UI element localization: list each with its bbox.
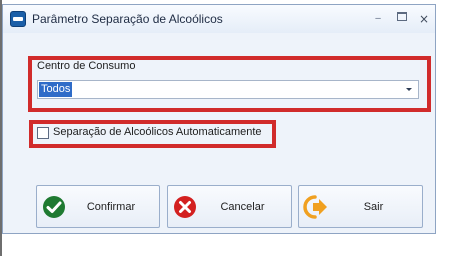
close-button[interactable]: × [412, 10, 436, 28]
maximize-icon [397, 12, 407, 21]
auto-separation-label[interactable]: Separação de Alcoólicos Automaticamente [53, 126, 262, 138]
chevron-down-icon[interactable] [403, 83, 416, 96]
check-icon [43, 196, 65, 218]
exit-label: Sair [363, 201, 384, 213]
cancel-label: Cancelar [220, 201, 265, 213]
confirm-label: Confirmar [86, 201, 136, 213]
maximize-button[interactable] [390, 10, 414, 28]
window-title: Parâmetro Separação de Alcoólicos [32, 12, 223, 26]
cancel-button[interactable]: Cancelar [167, 185, 292, 228]
confirm-button[interactable]: Confirmar [36, 185, 160, 228]
minimize-button[interactable]: ‒ [366, 10, 390, 28]
auto-separation-checkbox[interactable] [37, 127, 49, 139]
desktop-strip [0, 237, 457, 256]
exit-button[interactable]: Sair [298, 185, 423, 228]
consumo-dropdown[interactable]: Todos [37, 80, 419, 99]
minimize-icon: ‒ [374, 13, 382, 24]
exit-icon [303, 195, 327, 219]
app-icon [10, 11, 26, 27]
consumo-selected-value: Todos [39, 82, 73, 97]
cancel-icon [174, 196, 196, 218]
close-icon: × [418, 12, 430, 26]
consumo-label: Centro de Consumo [37, 60, 136, 72]
titlebar[interactable]: Parâmetro Separação de Alcoólicos ‒ × [3, 5, 435, 33]
